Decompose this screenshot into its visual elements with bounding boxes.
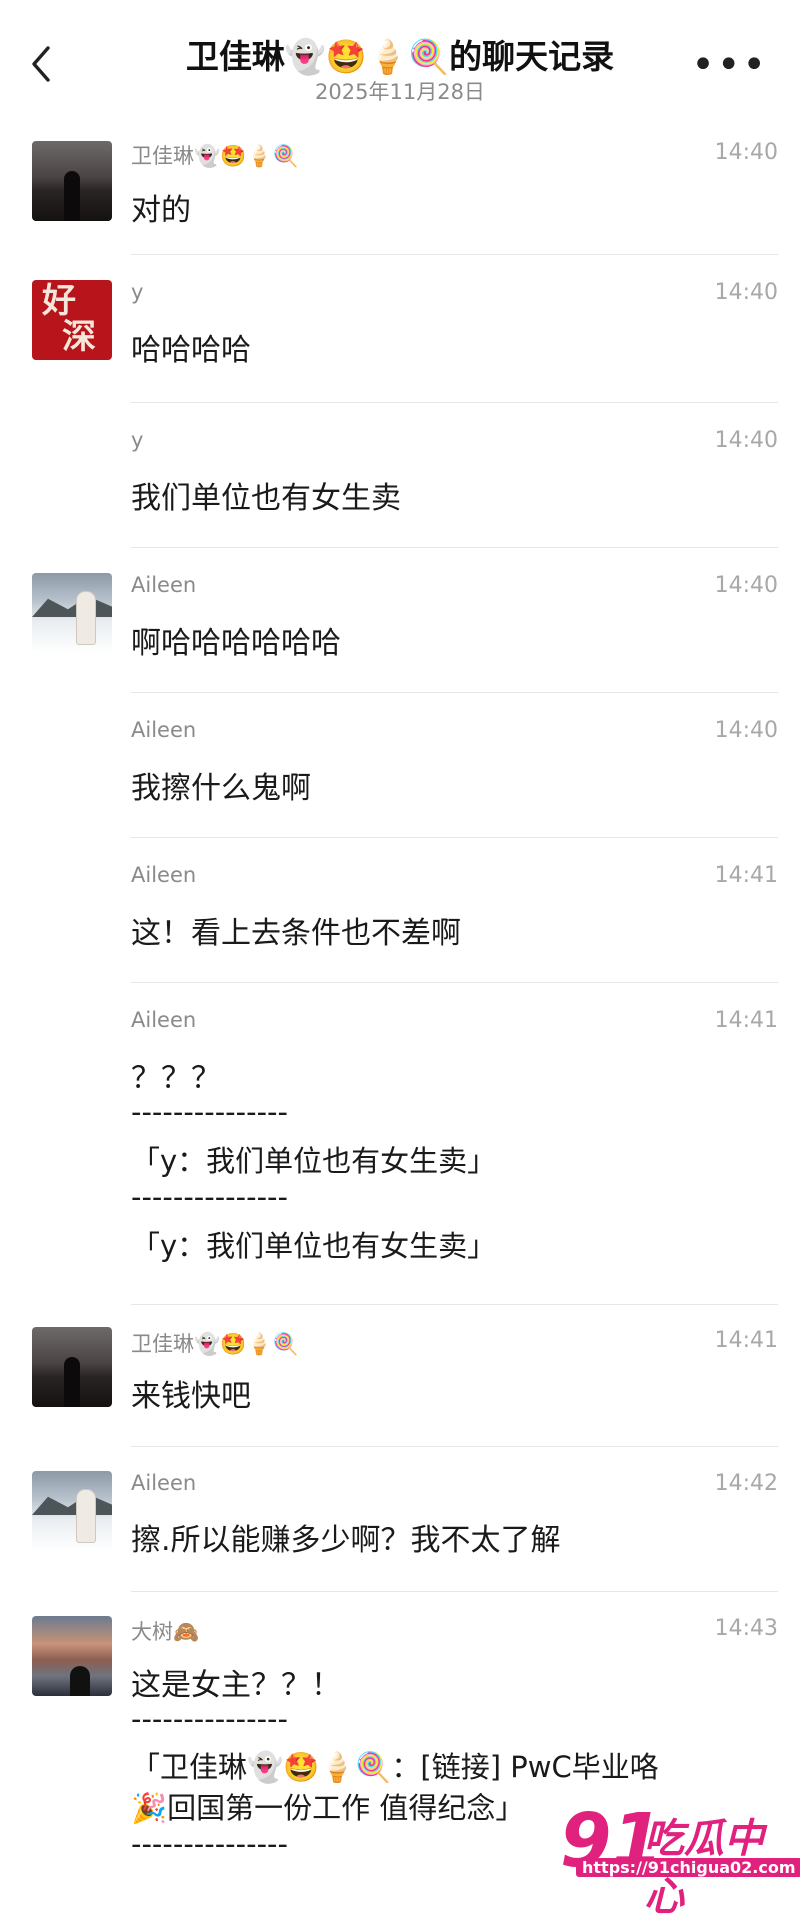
chat-date: 2025年11月28日	[315, 80, 485, 104]
message-time: 14:43	[714, 1616, 778, 1641]
avatar-char-bottom: 深	[62, 317, 96, 357]
quote-divider: ---------------	[131, 1180, 288, 1214]
message-time: 14:42	[714, 1471, 778, 1496]
quote-divider: ---------------	[131, 1095, 288, 1129]
quoted-message[interactable]: 「卫佳琳👻🤩🍦🍭：[链接] PwC毕业咯	[131, 1744, 659, 1786]
message-item: Aileen 14:40 我擦什么鬼啊	[0, 693, 800, 838]
sunset-silhouette-avatar[interactable]	[32, 1616, 112, 1696]
night-silhouette-avatar[interactable]	[32, 141, 112, 221]
message-time: 14:40	[714, 140, 778, 165]
message-text: 来钱快吧	[131, 1379, 251, 1414]
sender-name: 大树🙈	[131, 1620, 200, 1644]
message-time: 14:41	[714, 863, 778, 888]
quote-divider: ---------------	[131, 1702, 288, 1736]
message-text: 哈哈哈哈	[131, 333, 251, 368]
site-watermark: 91 吃瓜中心 https://91chigua02.com	[560, 1798, 800, 1920]
sender-name: Aileen	[131, 718, 197, 742]
message-time: 14:40	[714, 718, 778, 743]
snow-portrait-avatar[interactable]	[32, 573, 112, 653]
message-text: 啊哈哈哈哈哈哈	[131, 626, 341, 661]
sender-name: Aileen	[131, 1008, 197, 1032]
quoted-message[interactable]: 「y：我们单位也有女生卖」	[131, 1138, 496, 1180]
message-item: Aileen 14:40 啊哈哈哈哈哈哈	[0, 548, 800, 693]
more-options-icon[interactable]: •••	[691, 45, 768, 85]
page-title: 卫佳琳👻🤩🍦🍭的聊天记录	[185, 37, 615, 76]
message-time: 14:41	[714, 1328, 778, 1353]
sender-name: Aileen	[131, 573, 197, 597]
night-silhouette-avatar[interactable]	[32, 1327, 112, 1407]
snow-portrait-avatar[interactable]	[32, 1471, 112, 1551]
message-item: Aileen 14:41 这！看上去条件也不差啊	[0, 838, 800, 983]
message-time: 14:41	[714, 1008, 778, 1033]
quoted-message[interactable]: 「y：我们单位也有女生卖」	[131, 1223, 496, 1265]
chat-history-header: 卫佳琳👻🤩🍦🍭的聊天记录 2025年11月28日 •••	[0, 0, 800, 115]
message-text: 擦.所以能赚多少啊？我不太了解	[131, 1523, 561, 1558]
message-text: ？？？	[131, 1061, 221, 1096]
sender-name: 卫佳琳👻🤩🍦🍭	[131, 1332, 299, 1356]
message-item: Aileen 14:42 擦.所以能赚多少啊？我不太了解	[0, 1447, 800, 1592]
message-item: 卫佳琳👻🤩🍦🍭 14:40 对的	[0, 115, 800, 255]
message-time: 14:40	[714, 573, 778, 598]
message-time: 14:40	[714, 428, 778, 453]
quoted-message-cont: 🎉回国第一份工作 值得纪念」	[131, 1791, 525, 1825]
watermark-url: https://91chigua02.com	[576, 1858, 800, 1877]
message-item: 卫佳琳👻🤩🍦🍭 14:41 来钱快吧	[0, 1305, 800, 1447]
message-item: Aileen 14:41 ？？？ --------------- 「y：我们单位…	[0, 983, 800, 1305]
message-item: y 14:40 我们单位也有女生卖	[0, 403, 800, 548]
message-item: 好 深 y 14:40 哈哈哈哈	[0, 255, 800, 403]
sender-name: Aileen	[131, 863, 197, 887]
sender-name: y	[131, 280, 144, 304]
avatar-char-top: 好	[42, 281, 76, 321]
message-text: 这是女主？？！	[131, 1668, 341, 1703]
message-time: 14:40	[714, 280, 778, 305]
message-text: 这！看上去条件也不差啊	[131, 916, 461, 951]
sender-name: Aileen	[131, 1471, 197, 1495]
quote-divider: ---------------	[131, 1827, 288, 1861]
red-calligraphy-avatar[interactable]: 好 深	[32, 280, 112, 360]
sender-name: y	[131, 428, 144, 452]
sender-name: 卫佳琳👻🤩🍦🍭	[131, 144, 299, 168]
message-text: 我擦什么鬼啊	[131, 771, 311, 806]
message-text: 对的	[131, 193, 191, 228]
message-text: 我们单位也有女生卖	[131, 481, 401, 516]
